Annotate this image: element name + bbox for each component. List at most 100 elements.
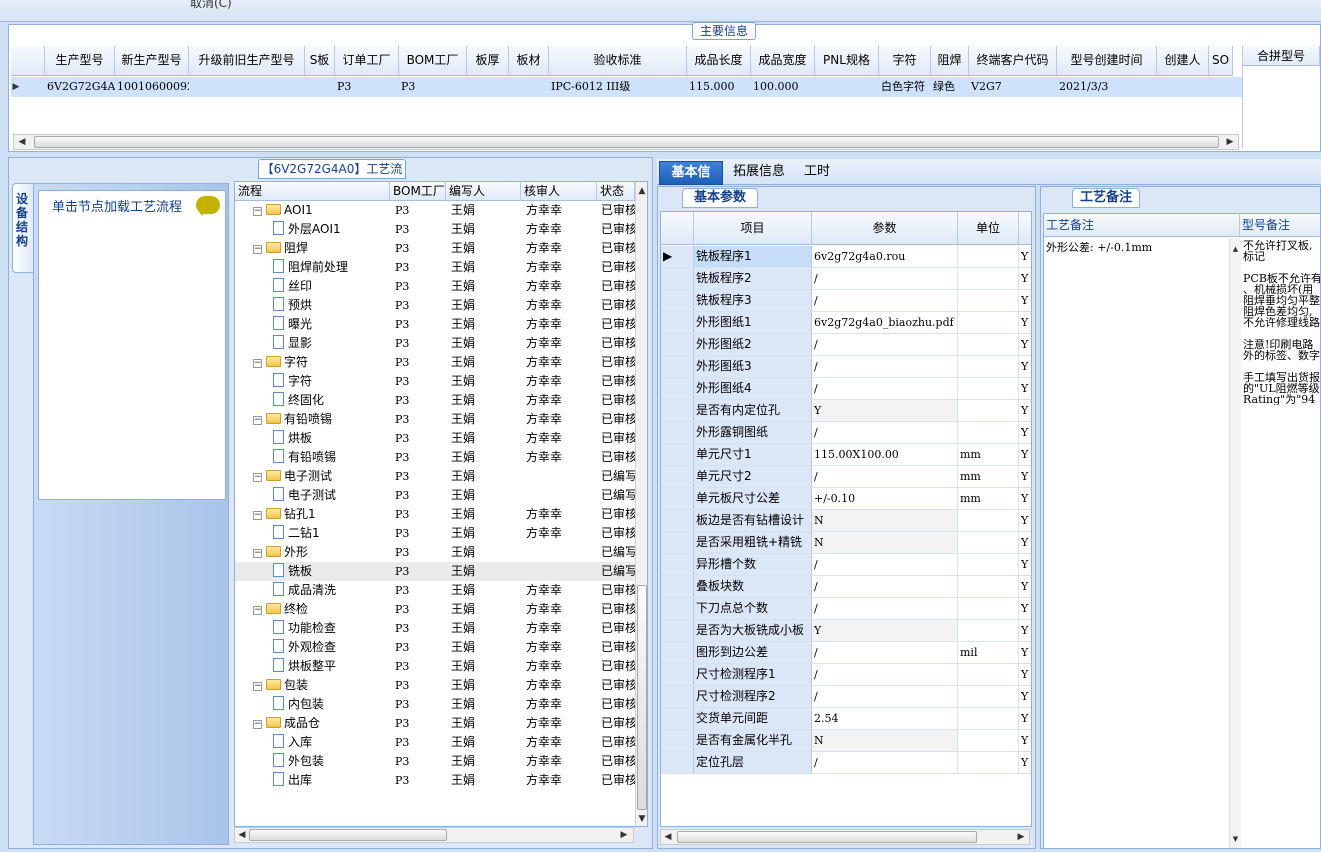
main-data-cell[interactable]: 白色字符 (879, 77, 931, 97)
param-value[interactable]: 115.00X100.00 (812, 444, 958, 465)
param-row[interactable]: 外形图纸1 6v2g72g4a0_biaozhu.pdf Y (661, 312, 1031, 334)
main-data-cell[interactable]: 100.000 (751, 77, 815, 97)
scroll-down-arrow-icon[interactable]: ▼ (636, 812, 647, 826)
tree-row[interactable]: 二钻1 P3 王娟 方幸幸 已审核 (235, 524, 635, 543)
tree-row[interactable]: 烘板 P3 王娟 方幸幸 已审核 (235, 429, 635, 448)
param-value[interactable]: N (812, 730, 958, 751)
main-header-col[interactable]: 验收标准 (549, 46, 687, 76)
tree-node[interactable]: − 外形 (253, 543, 390, 562)
param-value[interactable]: / (812, 664, 958, 685)
tree-horizontal-scrollbar[interactable]: ◀ ▶ (234, 827, 634, 843)
tree-row[interactable]: 丝印 P3 王娟 方幸幸 已审核 (235, 277, 635, 296)
tree-node[interactable]: 曝光 (273, 315, 390, 334)
tree-node[interactable]: 电子测试 (273, 486, 390, 505)
scroll-left-arrow-icon[interactable]: ◀ (16, 135, 28, 149)
param-value[interactable]: / (812, 554, 958, 575)
notes-header-process[interactable]: 工艺备注 (1044, 214, 1240, 237)
collapse-icon[interactable]: − (253, 207, 262, 216)
param-value[interactable]: / (812, 422, 958, 443)
scroll-down-arrow-icon[interactable]: ▼ (1230, 832, 1241, 846)
tree-row[interactable]: − 钻孔1 P3 王娟 方幸幸 已审核 (235, 505, 635, 524)
param-row[interactable]: 板边是否有钻槽设计 N Y (661, 510, 1031, 532)
tree-row[interactable]: 外观检查 P3 王娟 方幸幸 已审核 (235, 638, 635, 657)
tree-node[interactable]: 终固化 (273, 391, 390, 410)
tree-node[interactable]: 字符 (273, 372, 390, 391)
scroll-left-arrow-icon[interactable]: ◀ (236, 828, 248, 842)
tab-extended-info[interactable]: 拓展信息 (727, 161, 791, 185)
param-value[interactable]: N (812, 532, 958, 553)
tree-node[interactable]: 铣板 (273, 562, 390, 581)
main-header-col[interactable]: 创建人 (1157, 46, 1209, 76)
param-row[interactable]: 外形图纸3/ Y (661, 356, 1031, 378)
param-row[interactable]: 是否采用粗铣+精铣 N Y (661, 532, 1031, 554)
main-horizontal-scrollbar[interactable]: ◀ ▶ (13, 134, 1239, 150)
param-value[interactable]: / (812, 378, 958, 399)
main-header-col[interactable]: SO (1209, 46, 1233, 76)
tree-row[interactable]: 外包装 P3 王娟 方幸幸 已审核 (235, 752, 635, 771)
tree-node[interactable]: 烘板 (273, 429, 390, 448)
main-header-col[interactable]: PNL规格 (815, 46, 879, 76)
param-row[interactable]: 外形图纸4/ Y (661, 378, 1031, 400)
side-tab-equipment-structure[interactable]: 设备结构 (12, 183, 34, 273)
scroll-up-arrow-icon[interactable]: ▲ (636, 184, 647, 198)
main-data-cell[interactable]: P3 (335, 77, 399, 97)
scroll-right-arrow-icon[interactable]: ▶ (1224, 135, 1236, 149)
param-row[interactable]: 异形槽个数 / Y (661, 554, 1031, 576)
main-data-cell[interactable]: 绿色 (931, 77, 969, 97)
notes-vertical-scrollbar[interactable]: ▲ ▼ (1229, 238, 1241, 848)
tree-row[interactable]: 字符 P3 王娟 方幸幸 已审核 (235, 372, 635, 391)
param-header-unit[interactable]: 单位 (958, 212, 1019, 245)
tree-node[interactable]: − 终检 (253, 600, 390, 619)
tree-node[interactable]: 烘板整平 (273, 657, 390, 676)
tree-header-bom[interactable]: BOM工厂 (390, 182, 446, 201)
tree-node[interactable]: 外层AOI1 (273, 220, 390, 239)
params-horizontal-scrollbar[interactable]: ◀ ▶ (660, 829, 1030, 845)
main-data-cell[interactable]: V2G7 (969, 77, 1057, 97)
main-header-col[interactable]: BOM工厂 (399, 46, 467, 76)
collapse-icon[interactable]: − (253, 416, 262, 425)
tree-node[interactable]: 二钻1 (273, 524, 390, 543)
tree-row[interactable]: − 阻焊 P3 王娟 方幸幸 已审核 (235, 239, 635, 258)
tree-header-reviewer[interactable]: 核审人 (521, 182, 597, 201)
tab-work-hours[interactable]: 工时 (797, 161, 837, 185)
tree-row[interactable]: 曝光 P3 王娟 方幸幸 已审核 (235, 315, 635, 334)
param-value[interactable]: / (812, 356, 958, 377)
param-row[interactable]: ▶ 铣板程序1 6v2g72g4a0.rou Y (661, 246, 1031, 268)
param-row[interactable]: 单元板尺寸公差 +/-0.10 mm Y (661, 488, 1031, 510)
collapse-icon[interactable]: − (253, 245, 262, 254)
main-data-cell[interactable]: 6V2G72G4A0 (45, 77, 115, 97)
param-row[interactable]: 尺寸检测程序2/ Y (661, 686, 1031, 708)
tree-node[interactable]: 有铅喷锡 (273, 448, 390, 467)
tree-row[interactable]: 显影 P3 王娟 方幸幸 已审核 (235, 334, 635, 353)
tree-row[interactable]: 烘板整平 P3 王娟 方幸幸 已审核 (235, 657, 635, 676)
scroll-thumb[interactable] (34, 136, 1219, 148)
collapse-icon[interactable]: − (253, 549, 262, 558)
param-value[interactable]: +/-0.10 (812, 488, 958, 509)
main-header-col[interactable]: 升级前旧生产型号 (189, 46, 305, 76)
main-header-col[interactable]: 字符 (879, 46, 931, 76)
main-header-col[interactable]: S板 (305, 46, 335, 76)
main-data-cell[interactable]: 10010600092995 (115, 77, 189, 97)
tab-basic-info[interactable]: 基本信息 (659, 161, 723, 202)
tree-row[interactable]: 外层AOI1 P3 王娟 方幸幸 已审核 (235, 220, 635, 239)
cancel-button-partial[interactable]: 取消(C) (190, 0, 232, 11)
tree-row[interactable]: − 包装 P3 王娟 方幸幸 已审核 (235, 676, 635, 695)
param-value[interactable]: Y (812, 400, 958, 421)
param-value[interactable]: / (812, 290, 958, 311)
tree-node[interactable]: 成品清洗 (273, 581, 390, 600)
param-header-item[interactable]: 项目 (694, 212, 812, 245)
tree-row[interactable]: 成品清洗 P3 王娟 方幸幸 已审核 (235, 581, 635, 600)
main-info-data-row[interactable]: ▶ 6V2G72G4A010010600092995 P3P3 IPC-6012 II… (11, 77, 1242, 97)
param-row[interactable]: 尺寸检测程序1/ Y (661, 664, 1031, 686)
param-value[interactable]: N (812, 510, 958, 531)
param-row[interactable]: 是否有金属化半孔 N Y (661, 730, 1031, 752)
tree-node[interactable]: − 电子测试 (253, 467, 390, 486)
tree-node[interactable]: 丝印 (273, 277, 390, 296)
collapse-icon[interactable]: − (253, 511, 262, 520)
tree-row[interactable]: − 字符 P3 王娟 方幸幸 已审核 (235, 353, 635, 372)
param-value[interactable]: / (812, 686, 958, 707)
collapse-icon[interactable]: − (253, 473, 262, 482)
param-row[interactable]: 交货单元间距 2.54 Y (661, 708, 1031, 730)
speech-bubble-icon[interactable] (196, 196, 220, 216)
tree-header-status[interactable]: 状态 (597, 182, 635, 201)
